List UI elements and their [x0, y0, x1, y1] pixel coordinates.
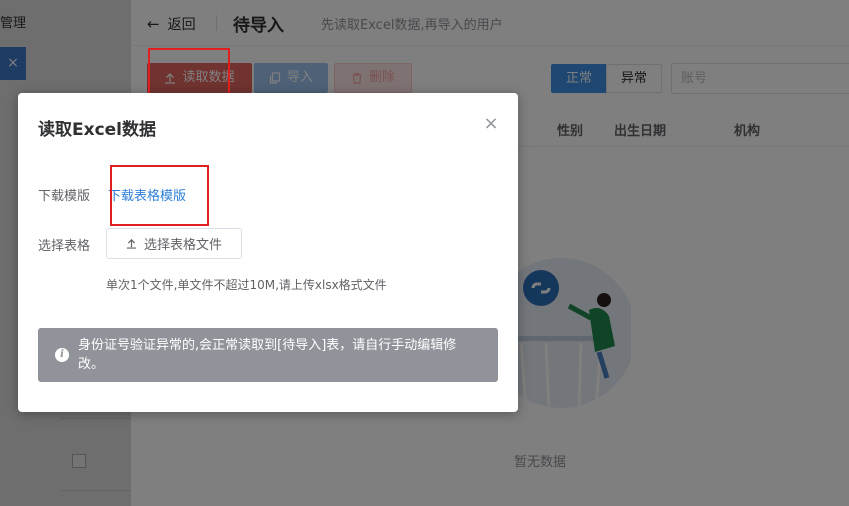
file-label: 选择表格 [38, 239, 91, 254]
upload-icon [126, 238, 137, 249]
info-alert: i 身份证号验证异常的,会正常读取到[待导入]表，请自行手动编辑修改。 [38, 328, 498, 382]
dialog-title: 读取Excel数据 [38, 120, 157, 140]
choose-file-label: 选择表格文件 [143, 238, 222, 253]
template-label: 下载模版 [38, 189, 91, 204]
upload-hint: 单次1个文件,单文件不超过10M,请上传xlsx格式文件 [106, 278, 387, 292]
read-excel-dialog: 读取Excel数据 × 下载模版 下载表格模版 选择表格 选择表格文件 单次1个… [18, 93, 518, 412]
alert-text: 身份证号验证异常的,会正常读取到[待导入]表，请自行手动编辑修改。 [78, 338, 457, 372]
annotation-box-template-link [110, 165, 209, 226]
close-icon[interactable]: × [482, 115, 500, 133]
info-icon: i [55, 348, 69, 362]
choose-file-button[interactable]: 选择表格文件 [106, 228, 242, 259]
